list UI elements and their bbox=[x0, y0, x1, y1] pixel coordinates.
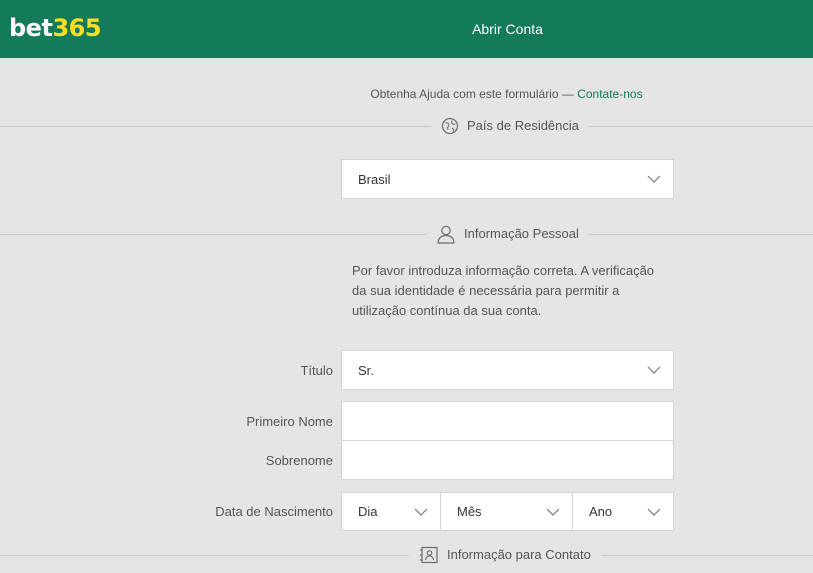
chevron-down-icon bbox=[546, 508, 560, 516]
dob-year-select[interactable]: Ano bbox=[572, 492, 674, 531]
chevron-down-icon bbox=[647, 508, 661, 516]
page-title: Abrir Conta bbox=[472, 21, 543, 37]
first-name-field[interactable] bbox=[341, 401, 674, 441]
globe-icon bbox=[441, 117, 459, 135]
section-title-contact-label: Informação para Contato bbox=[447, 547, 591, 562]
dob-month-select[interactable]: Mês bbox=[440, 492, 573, 531]
contact-us-link[interactable]: Contate-nos bbox=[577, 87, 642, 101]
dob-year-value: Ano bbox=[589, 504, 613, 519]
chevron-down-icon bbox=[647, 366, 661, 374]
help-line: Obtenha Ajuda com este formulário — Cont… bbox=[300, 87, 713, 101]
section-divider-residence bbox=[0, 126, 813, 127]
help-text: Obtenha Ajuda com este formulário — bbox=[370, 87, 578, 101]
country-select-value: Brasil bbox=[358, 171, 391, 187]
section-title-personal-label: Informação Pessoal bbox=[464, 226, 579, 241]
top-bar: bet365 Abrir Conta bbox=[0, 0, 813, 58]
person-icon bbox=[437, 225, 455, 244]
section-divider-personal bbox=[0, 234, 813, 235]
title-label: Título bbox=[300, 363, 333, 378]
country-select[interactable]: Brasil bbox=[341, 159, 674, 199]
chevron-down-icon bbox=[414, 508, 428, 516]
title-select[interactable]: Sr. bbox=[341, 350, 674, 390]
dob-day-select[interactable]: Dia bbox=[341, 492, 441, 531]
contact-card-icon bbox=[420, 546, 438, 564]
last-name-label: Sobrenome bbox=[265, 453, 333, 468]
section-title-residence: País de Residência bbox=[431, 116, 590, 136]
chevron-down-icon bbox=[647, 175, 661, 183]
verification-notice: Por favor introduza informação correta. … bbox=[352, 263, 655, 318]
section-title-personal: Informação Pessoal bbox=[426, 224, 589, 244]
last-name-field[interactable] bbox=[341, 440, 674, 480]
section-divider-contact bbox=[0, 555, 813, 556]
dob-label: Data de Nascimento bbox=[215, 504, 333, 519]
dob-day-value: Dia bbox=[358, 504, 378, 519]
first-name-label: Primeiro Nome bbox=[246, 414, 333, 429]
section-title-contact: Informação para Contato bbox=[409, 545, 601, 565]
title-select-value: Sr. bbox=[358, 362, 374, 378]
section-title-residence-label: País de Residência bbox=[467, 118, 580, 133]
dob-month-value: Mês bbox=[457, 504, 482, 519]
